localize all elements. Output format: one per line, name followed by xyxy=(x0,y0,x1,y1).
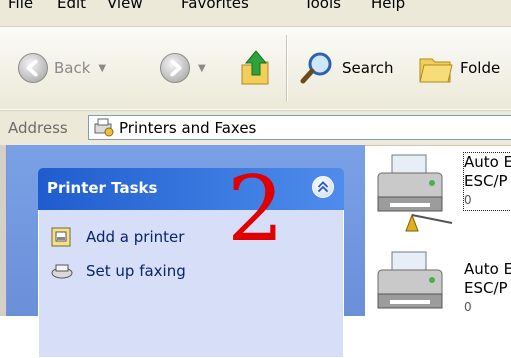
printer-icon xyxy=(377,154,453,232)
window-border xyxy=(0,145,7,316)
toolbar-divider xyxy=(286,35,287,101)
search-button[interactable]: Search xyxy=(300,51,394,85)
task-set-up-faxing[interactable]: Set up faxing xyxy=(51,261,186,281)
up-folder-icon xyxy=(241,50,269,85)
address-value: Printers and Faxes xyxy=(119,119,257,137)
address-input[interactable]: Printers and Faxes xyxy=(88,115,511,140)
menu-file[interactable]: File xyxy=(8,0,33,12)
printer-tasks-body: Add a printer Set up faxing xyxy=(38,210,344,358)
folders-button[interactable]: Folde xyxy=(418,51,500,85)
forward-arrow-icon xyxy=(160,53,190,83)
menu-bar: File Edit View Favorites Tools Help xyxy=(0,0,511,26)
menu-tools[interactable]: Tools xyxy=(304,0,341,12)
forward-dropdown-icon[interactable]: ▼ xyxy=(198,63,206,74)
back-label: Back xyxy=(54,59,91,77)
add-printer-icon xyxy=(51,227,71,247)
search-icon xyxy=(300,52,332,84)
printer-name-line1: Auto E xyxy=(464,153,511,171)
menu-favorites[interactable]: Favorites xyxy=(181,0,249,12)
menu-edit[interactable]: Edit xyxy=(57,0,86,12)
printer-name: Auto E ESC/P 0 xyxy=(464,260,511,317)
printer-name: Auto E ESC/P 0 xyxy=(462,152,511,211)
printer-icon xyxy=(377,251,443,309)
printer-name-line1: Auto E xyxy=(464,260,511,278)
add-printer-link[interactable]: Add a printer xyxy=(86,228,184,246)
folders-label: Folde xyxy=(460,59,501,77)
printer-tasks-title: Printer Tasks xyxy=(47,179,158,197)
menu-help[interactable]: Help xyxy=(371,0,405,12)
collapse-button[interactable] xyxy=(312,176,334,198)
fax-icon xyxy=(51,264,73,279)
printer-item[interactable]: Auto E ESC/P 0 xyxy=(372,250,511,330)
printer-item[interactable]: Auto E ESC/P 0 xyxy=(372,152,511,233)
set-up-faxing-link[interactable]: Set up faxing xyxy=(86,262,186,280)
printer-name-line2: ESC/P xyxy=(464,172,508,190)
printer-tasks-panel: Printer Tasks Add a printer Set up faxin… xyxy=(38,168,344,358)
back-button[interactable]: Back ▼ xyxy=(18,53,106,83)
printer-status: 0 xyxy=(464,193,472,207)
address-bar: Address Printers and Faxes xyxy=(0,110,511,146)
back-arrow-icon xyxy=(18,53,48,83)
up-folder-button[interactable] xyxy=(238,49,272,87)
forward-button[interactable]: ▼ xyxy=(160,53,206,83)
task-add-printer[interactable]: Add a printer xyxy=(51,227,184,247)
address-label: Address xyxy=(8,119,68,137)
collapse-chevron-icon xyxy=(317,181,329,193)
toolbar: Back ▼ ▼ Search Folde xyxy=(0,27,511,109)
printer-tasks-header[interactable]: Printer Tasks xyxy=(38,168,344,210)
back-dropdown-icon[interactable]: ▼ xyxy=(98,63,106,74)
printer-name-line2: ESC/P xyxy=(464,279,508,297)
menu-view[interactable]: View xyxy=(107,0,143,12)
search-label: Search xyxy=(342,59,394,77)
printer-status: 0 xyxy=(464,300,472,314)
folders-icon xyxy=(419,58,453,83)
step-annotation: 2 xyxy=(227,157,285,262)
printers-folder-icon xyxy=(94,118,114,137)
